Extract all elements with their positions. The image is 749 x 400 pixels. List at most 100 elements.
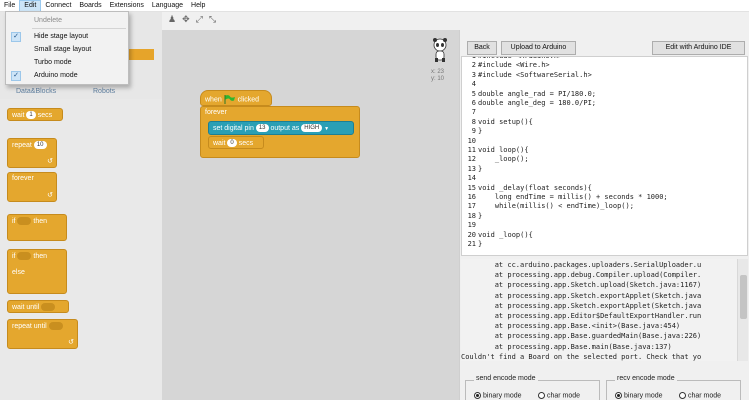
code-text: _loop(); — [478, 155, 529, 164]
line-number: 5 — [471, 89, 476, 98]
code-text: #include <Arduino.h> — [478, 56, 563, 60]
console-line: at processing.app.debug.Compiler.upload(… — [461, 271, 702, 280]
palette-forever-block[interactable]: forever ↺ — [7, 172, 57, 202]
upload-to-arduino-button[interactable]: Upload to Arduino — [501, 41, 576, 55]
code-text: void loop(){ — [478, 146, 529, 154]
code-text: void setup(){ — [478, 117, 533, 126]
send-binary-radio[interactable]: binary mode — [474, 392, 522, 399]
repeat-until-label: repeat until — [12, 322, 47, 330]
edit-menu-item-hide-stage-layout[interactable]: ✓ Hide stage layout — [6, 30, 128, 43]
wait-unit: secs — [238, 139, 254, 147]
wait-label: wait — [12, 111, 25, 119]
edit-menu-item-undelete[interactable]: Undelete — [6, 14, 128, 27]
back-button[interactable]: Back — [467, 41, 497, 55]
code-line: 16 long endTime = millis() + seconds * 1… — [462, 193, 668, 202]
console-line: at processing.app.Sketch.upload(Sketch.j… — [461, 281, 702, 290]
clicked-label: clicked — [237, 96, 260, 104]
code-line: 12 _loop(); — [462, 155, 529, 164]
code-line: 14 — [462, 174, 478, 183]
line-number: 19 — [467, 221, 476, 230]
menu-file[interactable]: File — [0, 0, 19, 12]
recv-binary-radio[interactable]: binary mode — [615, 392, 663, 399]
panda-sprite-icon[interactable] — [432, 38, 448, 64]
console-scrollbar[interactable] — [737, 259, 748, 361]
edit-menu-item-arduino-mode[interactable]: ✓ Arduino mode — [6, 69, 128, 82]
palette-repeat-until-block[interactable]: repeat until ↺ — [7, 319, 78, 349]
code-line: 17 while(millis() < endTime)_loop(); — [462, 202, 634, 211]
when-flag-clicked-block[interactable]: when clicked — [200, 90, 272, 106]
code-line: 20 void _loop(){ — [462, 231, 533, 240]
sprite-toolbar: ♟ ✥ ⤢ ⤡ — [168, 14, 228, 26]
console-line: at processing.app.Base.guardedMain(Base.… — [461, 332, 702, 341]
level-dropdown[interactable]: HIGH — [301, 124, 323, 132]
palette-wait-until-block[interactable]: wait until — [7, 300, 69, 313]
palette-repeat-block[interactable]: repeat 10 ↺ — [7, 138, 57, 168]
menu-language[interactable]: Language — [148, 0, 187, 12]
line-number: 2 — [471, 61, 476, 70]
code-text: #include <SoftwareSerial.h> — [478, 70, 592, 79]
wait-value[interactable]: 0 — [227, 139, 237, 147]
pin-value[interactable]: 13 — [255, 124, 269, 132]
code-line: 2 #include <Wire.h> — [462, 61, 550, 70]
line-number: 6 — [471, 99, 476, 107]
line-number: 13 — [467, 164, 476, 173]
grow-icon[interactable]: ⤢ — [196, 14, 203, 26]
menu-help[interactable]: Help — [187, 0, 209, 12]
category-control[interactable] — [129, 49, 154, 60]
line-number: 18 — [467, 211, 476, 220]
condition-slot[interactable] — [17, 217, 32, 225]
shrink-icon[interactable]: ⤡ — [209, 14, 216, 26]
repeat-value[interactable]: 10 — [33, 141, 47, 149]
code-line: 3 #include <SoftwareSerial.h> — [462, 71, 592, 80]
palette-if-else-block[interactable]: if then else — [7, 249, 67, 294]
code-line: 4 — [462, 80, 478, 89]
line-number: 9 — [471, 127, 476, 136]
set-digital-pin-block[interactable]: set digital pin 13 output as HIGH ▼ — [208, 121, 354, 135]
code-line: 18} — [462, 211, 483, 221]
dropdown-arrow-icon: ▼ — [324, 125, 330, 132]
checkmark-icon: ✓ — [11, 32, 21, 42]
console-line: at processing.app.Editor$DefaultExportHa… — [461, 312, 702, 320]
send-char-radio[interactable]: char mode — [538, 392, 580, 399]
line-number: 3 — [471, 70, 476, 79]
edit-menu-item-label: Undelete — [34, 17, 63, 24]
line-number: 16 — [467, 193, 476, 201]
condition-slot[interactable] — [48, 322, 63, 330]
palette-if-then-block[interactable]: if then — [7, 214, 67, 241]
menu-connect[interactable]: Connect — [41, 0, 75, 12]
edit-menu-item-label: Small stage layout — [34, 46, 92, 53]
wait-block[interactable]: wait 0 secs — [208, 136, 264, 149]
scrollbar-thumb[interactable] — [740, 275, 747, 319]
loop-arrow-icon: ↺ — [47, 192, 53, 199]
edit-with-arduino-ide-button[interactable]: Edit with Arduino IDE — [652, 41, 745, 55]
edit-menu-item-turbo-mode[interactable]: Turbo mode — [6, 56, 128, 69]
duplicate-icon[interactable]: ♟ — [168, 14, 176, 26]
if-label: if — [12, 217, 16, 225]
scripts-area[interactable] — [162, 30, 459, 400]
code-text: #include <Wire.h> — [478, 61, 550, 70]
menu-extensions[interactable]: Extensions — [106, 0, 148, 12]
send-encode-legend: send encode mode — [474, 375, 538, 382]
code-line: 6 double angle_deg = 180.0/PI; — [462, 99, 596, 108]
menu-edit[interactable]: Edit — [19, 0, 42, 12]
condition-slot[interactable] — [17, 252, 32, 260]
menu-separator — [32, 28, 126, 29]
category-robots[interactable]: Robots — [93, 88, 115, 95]
delete-icon[interactable]: ✥ — [182, 14, 190, 26]
recv-char-radio[interactable]: char mode — [679, 392, 721, 399]
line-number: 20 — [467, 230, 476, 239]
condition-slot[interactable] — [41, 303, 56, 311]
palette-wait-block[interactable]: wait 1 secs — [7, 108, 63, 121]
menu-boards[interactable]: Boards — [75, 0, 105, 12]
code-line: 13} — [462, 164, 483, 174]
code-text: double angle_deg = 180.0/PI; — [478, 99, 597, 107]
category-data-blocks[interactable]: Data&Blocks — [16, 88, 56, 95]
code-editor[interactable]: 1 #include <Arduino.h> 2 #include <Wire.h> 3… — [461, 56, 748, 256]
wait-value[interactable]: 1 — [26, 111, 36, 119]
edit-menu-item-small-stage-layout[interactable]: Small stage layout — [6, 43, 128, 56]
code-line: 10 — [462, 137, 478, 146]
repeat-label: repeat — [12, 141, 32, 149]
loop-arrow-icon: ↺ — [68, 339, 74, 346]
console-output: at cc.arduino.packages.uploaders.SerialU… — [461, 259, 737, 361]
line-number: 15 — [467, 183, 476, 192]
